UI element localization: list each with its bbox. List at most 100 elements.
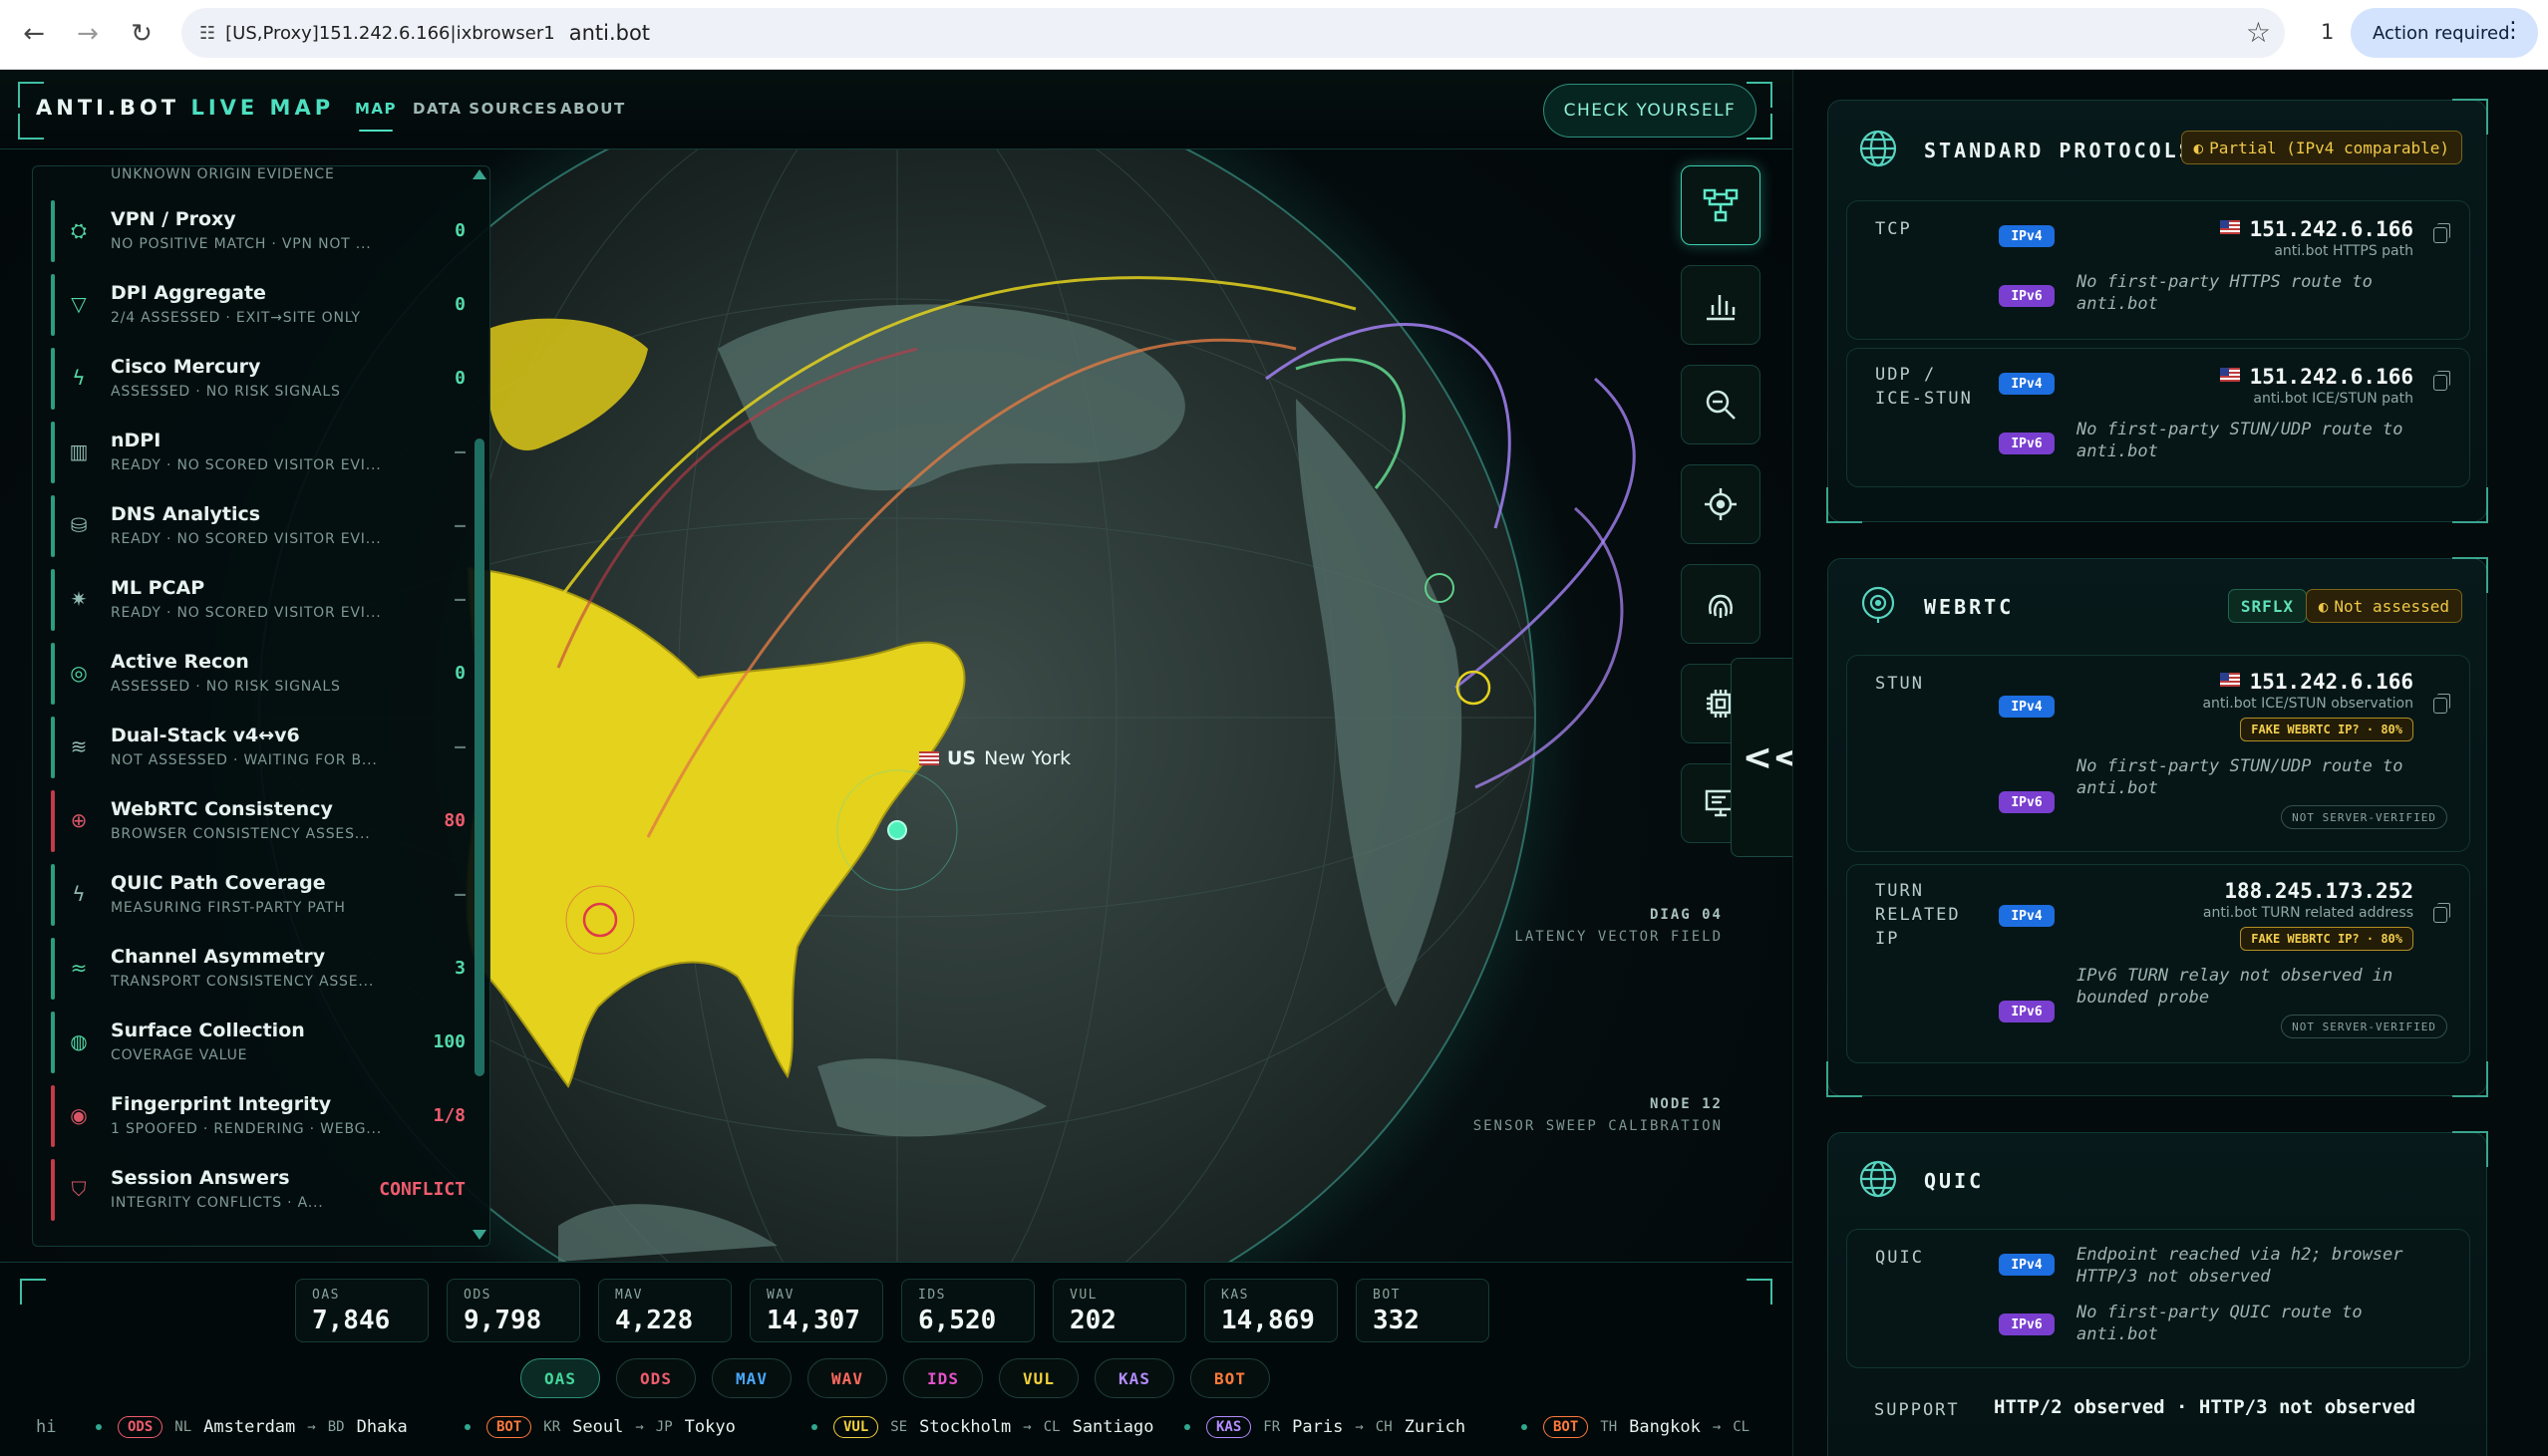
signal-list-item[interactable]: ⊕ WebRTC Consistency BROWSER CONSISTENCY A…: [51, 786, 470, 852]
half-circle-icon: ◐: [2318, 596, 2329, 616]
ipv4-pill: IPv4: [1999, 1254, 2055, 1276]
more-menu-icon[interactable]: ⋮: [2502, 18, 2524, 43]
signal-list-item[interactable]: ✷ ML PCAP READY · NO SCORED VISITOR EVI...…: [51, 565, 470, 631]
ticker-item[interactable]: VUL SE Stockholm → CL Santiago: [811, 1416, 1153, 1438]
ipv4-address[interactable]: 151.242.6.166: [2219, 670, 2413, 694]
address-bar[interactable]: ☷ [US,Proxy]151.242.6.166|ixbrowser1 ant…: [181, 8, 2285, 58]
url-text[interactable]: anti.bot: [569, 21, 650, 45]
location-pin[interactable]: [887, 820, 907, 840]
ticker-tag: ODS: [118, 1416, 163, 1438]
signal-value: —: [455, 736, 466, 757]
target-icon: ◎: [70, 661, 88, 685]
check-yourself-button[interactable]: CHECK YOURSELF: [1543, 84, 1756, 138]
signal-list-item[interactable]: ◉ Fingerprint Integrity 1 SPOOFED · RENDER…: [51, 1081, 470, 1147]
stat-key: BOT: [1373, 1288, 1401, 1303]
signal-list-item[interactable]: ϟ QUIC Path Coverage MEASURING FIRST-PARTY…: [51, 860, 470, 926]
filter-chip[interactable]: IDS: [903, 1358, 983, 1398]
udp-row: UDP / ICE-STUN IPv4 151.242.6.166 anti.b…: [1846, 348, 2470, 487]
reload-icon[interactable]: ↻: [122, 14, 161, 54]
nav-data-sources[interactable]: DATA SOURCES: [413, 100, 558, 118]
filter-chip[interactable]: VUL: [999, 1358, 1079, 1398]
network-view-tool[interactable]: [1681, 165, 1760, 245]
to-city: Dhaka: [356, 1417, 408, 1437]
partial-status-badge: ◐ Partial (IPv4 comparable): [2180, 131, 2462, 164]
collapse-panel-button[interactable]: <<: [1731, 658, 1792, 857]
diag-title: DIAG 04: [1649, 907, 1723, 923]
signal-list-item[interactable]: ▽ DPI Aggregate 2/4 ASSESSED · EXIT→SITE O…: [51, 270, 470, 336]
copy-icon[interactable]: [2433, 371, 2450, 391]
ticker-item[interactable]: KAS FR Paris → CH Zurich: [1184, 1416, 1465, 1438]
ticker-item[interactable]: ODS NL Amsterdam → BD Dhaka: [96, 1416, 408, 1438]
crosshair-icon: [1705, 488, 1737, 520]
scroll-up-arrow-icon[interactable]: [473, 169, 486, 179]
card-corner: [2452, 1061, 2488, 1097]
copy-icon[interactable]: [2433, 694, 2450, 714]
action-required-button[interactable]: Action required ⋮: [2351, 8, 2538, 58]
signal-list-item[interactable]: ⛉ Session Answers INTEGRITY CONFLICTS · A.…: [51, 1155, 470, 1221]
signal-list-item[interactable]: ≈ Channel Asymmetry TRANSPORT CONSISTENCY …: [51, 934, 470, 1000]
arrow-right-icon: →: [1023, 1419, 1032, 1435]
ipv4-address[interactable]: 151.242.6.166: [2219, 217, 2413, 241]
ticker-item[interactable]: BOT KR Seoul → JP Tokyo: [465, 1416, 736, 1438]
fake-webrtc-warning: FAKE WEBRTC IP? · 80%: [2240, 927, 2413, 951]
zoom-out-tool[interactable]: [1681, 365, 1760, 444]
filter-chip[interactable]: BOT: [1190, 1358, 1270, 1398]
webrtc-title: WEBRTC: [1924, 595, 2015, 619]
forward-arrow-icon[interactable]: →: [68, 14, 108, 54]
ticker-dot: [1184, 1424, 1190, 1430]
arrow-right-icon: →: [635, 1419, 644, 1435]
bookmark-star-icon[interactable]: ☆: [2246, 16, 2271, 49]
nav-about[interactable]: ABOUT: [560, 100, 626, 118]
signal-label: DPI Aggregate: [111, 282, 266, 304]
fingerprint-tool[interactable]: [1681, 564, 1760, 644]
from-city: Bangkok: [1629, 1417, 1701, 1437]
status-bar: [51, 1159, 55, 1221]
locate-tool[interactable]: [1681, 464, 1760, 544]
copy-icon[interactable]: [2433, 223, 2450, 243]
site-settings-icon[interactable]: ☷: [199, 23, 215, 44]
ipv4-address[interactable]: 188.245.173.252: [2224, 879, 2413, 903]
scroll-down-arrow-icon[interactable]: [473, 1230, 486, 1240]
signal-list-item[interactable]: ⛭ VPN / Proxy NO POSITIVE MATCH · VPN NOT …: [51, 196, 470, 262]
action-required-label: Action required: [2373, 22, 2510, 44]
filter-chip[interactable]: KAS: [1095, 1358, 1174, 1398]
attack-ticker: hi ODS NL Amsterdam → BD Dhaka BOT KR Seoul → JP To…: [30, 1412, 1764, 1448]
ticker-tag: BOT: [1543, 1416, 1589, 1438]
signal-sub: READY · NO SCORED VISITOR EVI...: [111, 605, 382, 621]
signal-list-item[interactable]: ▥ nDPI READY · NO SCORED VISITOR EVI... —: [51, 418, 470, 483]
signal-list-panel[interactable]: UNKNOWN ORIGIN EVIDENCE ⛭ VPN / Proxy NO P…: [32, 165, 490, 1247]
page: ANTI.BOT LIVE MAP MAP DATA SOURCES ABOUT…: [0, 70, 2548, 1456]
us-flag-icon: [2219, 673, 2240, 687]
list-scrollbar-thumb[interactable]: [475, 438, 484, 1076]
filter-chip[interactable]: MAV: [712, 1358, 792, 1398]
nav-map[interactable]: MAP: [355, 100, 397, 132]
filter-chip[interactable]: ODS: [616, 1358, 696, 1398]
to-country-code: JP: [655, 1419, 673, 1435]
ticker-item[interactable]: BOT TH Bangkok → CL: [1521, 1416, 1761, 1438]
stats-tool[interactable]: [1681, 265, 1760, 345]
from-city: Seoul: [572, 1417, 624, 1437]
ipv4-pill: IPv4: [1999, 905, 2055, 927]
signal-value: 0: [455, 368, 466, 389]
brand-logo[interactable]: ANTI.BOT LIVE MAP: [36, 96, 334, 120]
signal-value: —: [455, 441, 466, 462]
extensions-count[interactable]: 1: [2321, 20, 2334, 44]
filter-chip[interactable]: OAS: [520, 1358, 600, 1398]
ipv4-address-sub: anti.bot HTTPS path: [2274, 243, 2413, 259]
protocol-side-panel[interactable]: STANDARD PROTOCOLS ◐ Partial (IPv4 compar…: [1792, 70, 2548, 1456]
bulb-icon: ◍: [70, 1029, 88, 1053]
signal-value: 1/8: [433, 1105, 466, 1126]
signal-list-item[interactable]: ◍ Surface Collection COVERAGE VALUE 100: [51, 1008, 470, 1073]
ticker-dot: [96, 1424, 102, 1430]
to-city: Tokyo: [684, 1417, 736, 1437]
back-arrow-icon[interactable]: ←: [14, 14, 54, 54]
ipv4-address[interactable]: 151.242.6.166: [2219, 365, 2413, 389]
filter-chip[interactable]: WAV: [807, 1358, 887, 1398]
ipv6-pill: IPv6: [1999, 433, 2055, 454]
signal-list-item[interactable]: ϟ Cisco Mercury ASSESSED · NO RISK SIGNALS…: [51, 344, 470, 410]
signal-list-item[interactable]: ◎ Active Recon ASSESSED · NO RISK SIGNALS 0: [51, 639, 470, 705]
copy-icon[interactable]: [2433, 903, 2450, 923]
signal-list-item[interactable]: ⛁ DNS Analytics READY · NO SCORED VISITOR …: [51, 491, 470, 557]
cog-icon: ✷: [70, 587, 88, 611]
signal-list-item[interactable]: ≋ Dual-Stack v4↔v6 NOT ASSESSED · WAITING …: [51, 713, 470, 778]
